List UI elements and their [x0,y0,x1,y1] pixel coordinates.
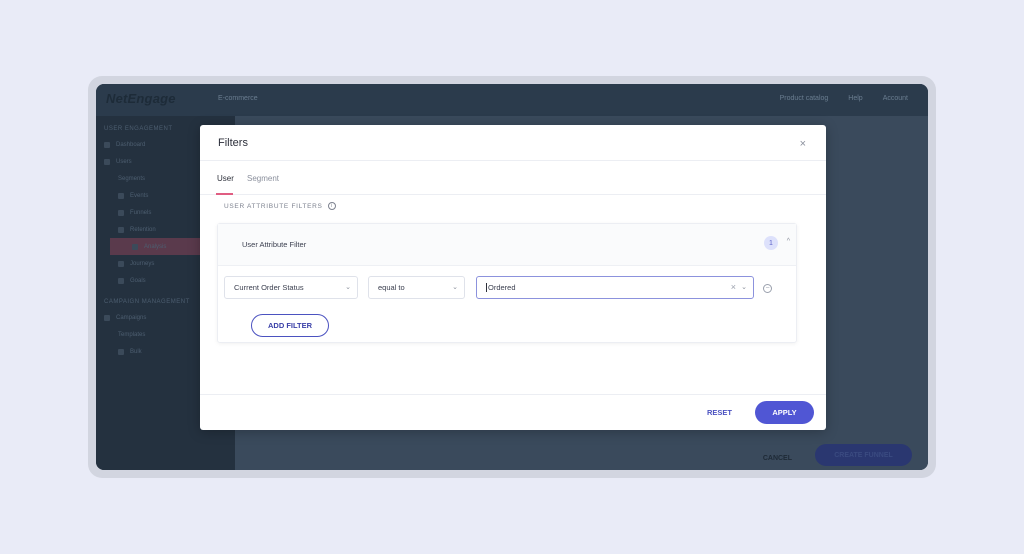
sidebar-icon [104,158,110,165]
info-icon[interactable]: i [327,202,336,210]
topnav-item[interactable]: Product catalog [780,95,829,102]
clear-icon[interactable]: × [731,282,736,292]
sidebar-icon [118,348,124,355]
card-title: User Attribute Filter [242,240,307,249]
app-logo: NetEngage [106,91,176,106]
sidebar-icon [118,226,124,233]
sidebar-icon [132,243,138,250]
remove-filter-icon[interactable]: − [763,284,772,293]
close-icon[interactable]: × [800,138,806,150]
tab-segment[interactable]: Segment [247,174,279,183]
chevron-down-icon[interactable]: ⌄ [741,283,747,291]
chevron-down-icon: ⌄ [452,284,458,291]
operator-value: equal to [378,283,405,292]
sidebar-icon [118,277,124,284]
modal-title: Filters [218,137,248,149]
reset-button[interactable]: RESET [707,408,732,417]
text-cursor [486,283,487,292]
modal-footer: RESET APPLY [200,394,826,430]
card-header[interactable]: User Attribute Filter 1 ^ [218,224,796,266]
create-funnel-button[interactable]: CREATE FUNNEL [815,444,912,466]
chevron-up-icon[interactable]: ^ [787,238,790,245]
topnav-item[interactable]: Account [883,95,908,102]
value-select[interactable]: Ordered × ⌄ [476,276,754,299]
tab-user[interactable]: User [217,174,234,183]
operator-select[interactable]: equal to ⌄ [368,276,465,299]
apply-button[interactable]: APPLY [755,401,814,424]
topnav-item[interactable]: Help [848,95,862,102]
filters-modal: Filters × User Segment USER ATTRIBUTE FI… [200,125,826,430]
section-label: USER ATTRIBUTE FILTERS i [224,202,336,210]
modal-header: Filters × [200,125,826,161]
chevron-down-icon: ⌄ [345,284,351,291]
sidebar-icon [118,192,124,199]
cancel-button[interactable]: CANCEL [763,455,792,462]
sidebar-icon [118,260,124,267]
value-text: Ordered [488,283,516,292]
filter-tabs: User Segment [200,161,826,195]
project-switcher[interactable]: E-commerce [218,95,258,102]
add-filter-button[interactable]: ADD FILTER [251,314,329,337]
sidebar-icon [104,141,110,148]
sidebar-icon [118,209,124,216]
section-label-text: USER ATTRIBUTE FILTERS [224,202,323,210]
app-topbar: NetEngage E-commerce Product catalog Hel… [96,84,928,116]
attribute-select[interactable]: Current Order Status ⌄ [224,276,358,299]
attribute-value: Current Order Status [234,283,304,292]
active-tab-indicator [216,193,233,195]
sidebar-icon [104,314,110,321]
filter-count-badge: 1 [764,236,778,250]
top-nav: Product catalog Help Account [780,95,908,102]
